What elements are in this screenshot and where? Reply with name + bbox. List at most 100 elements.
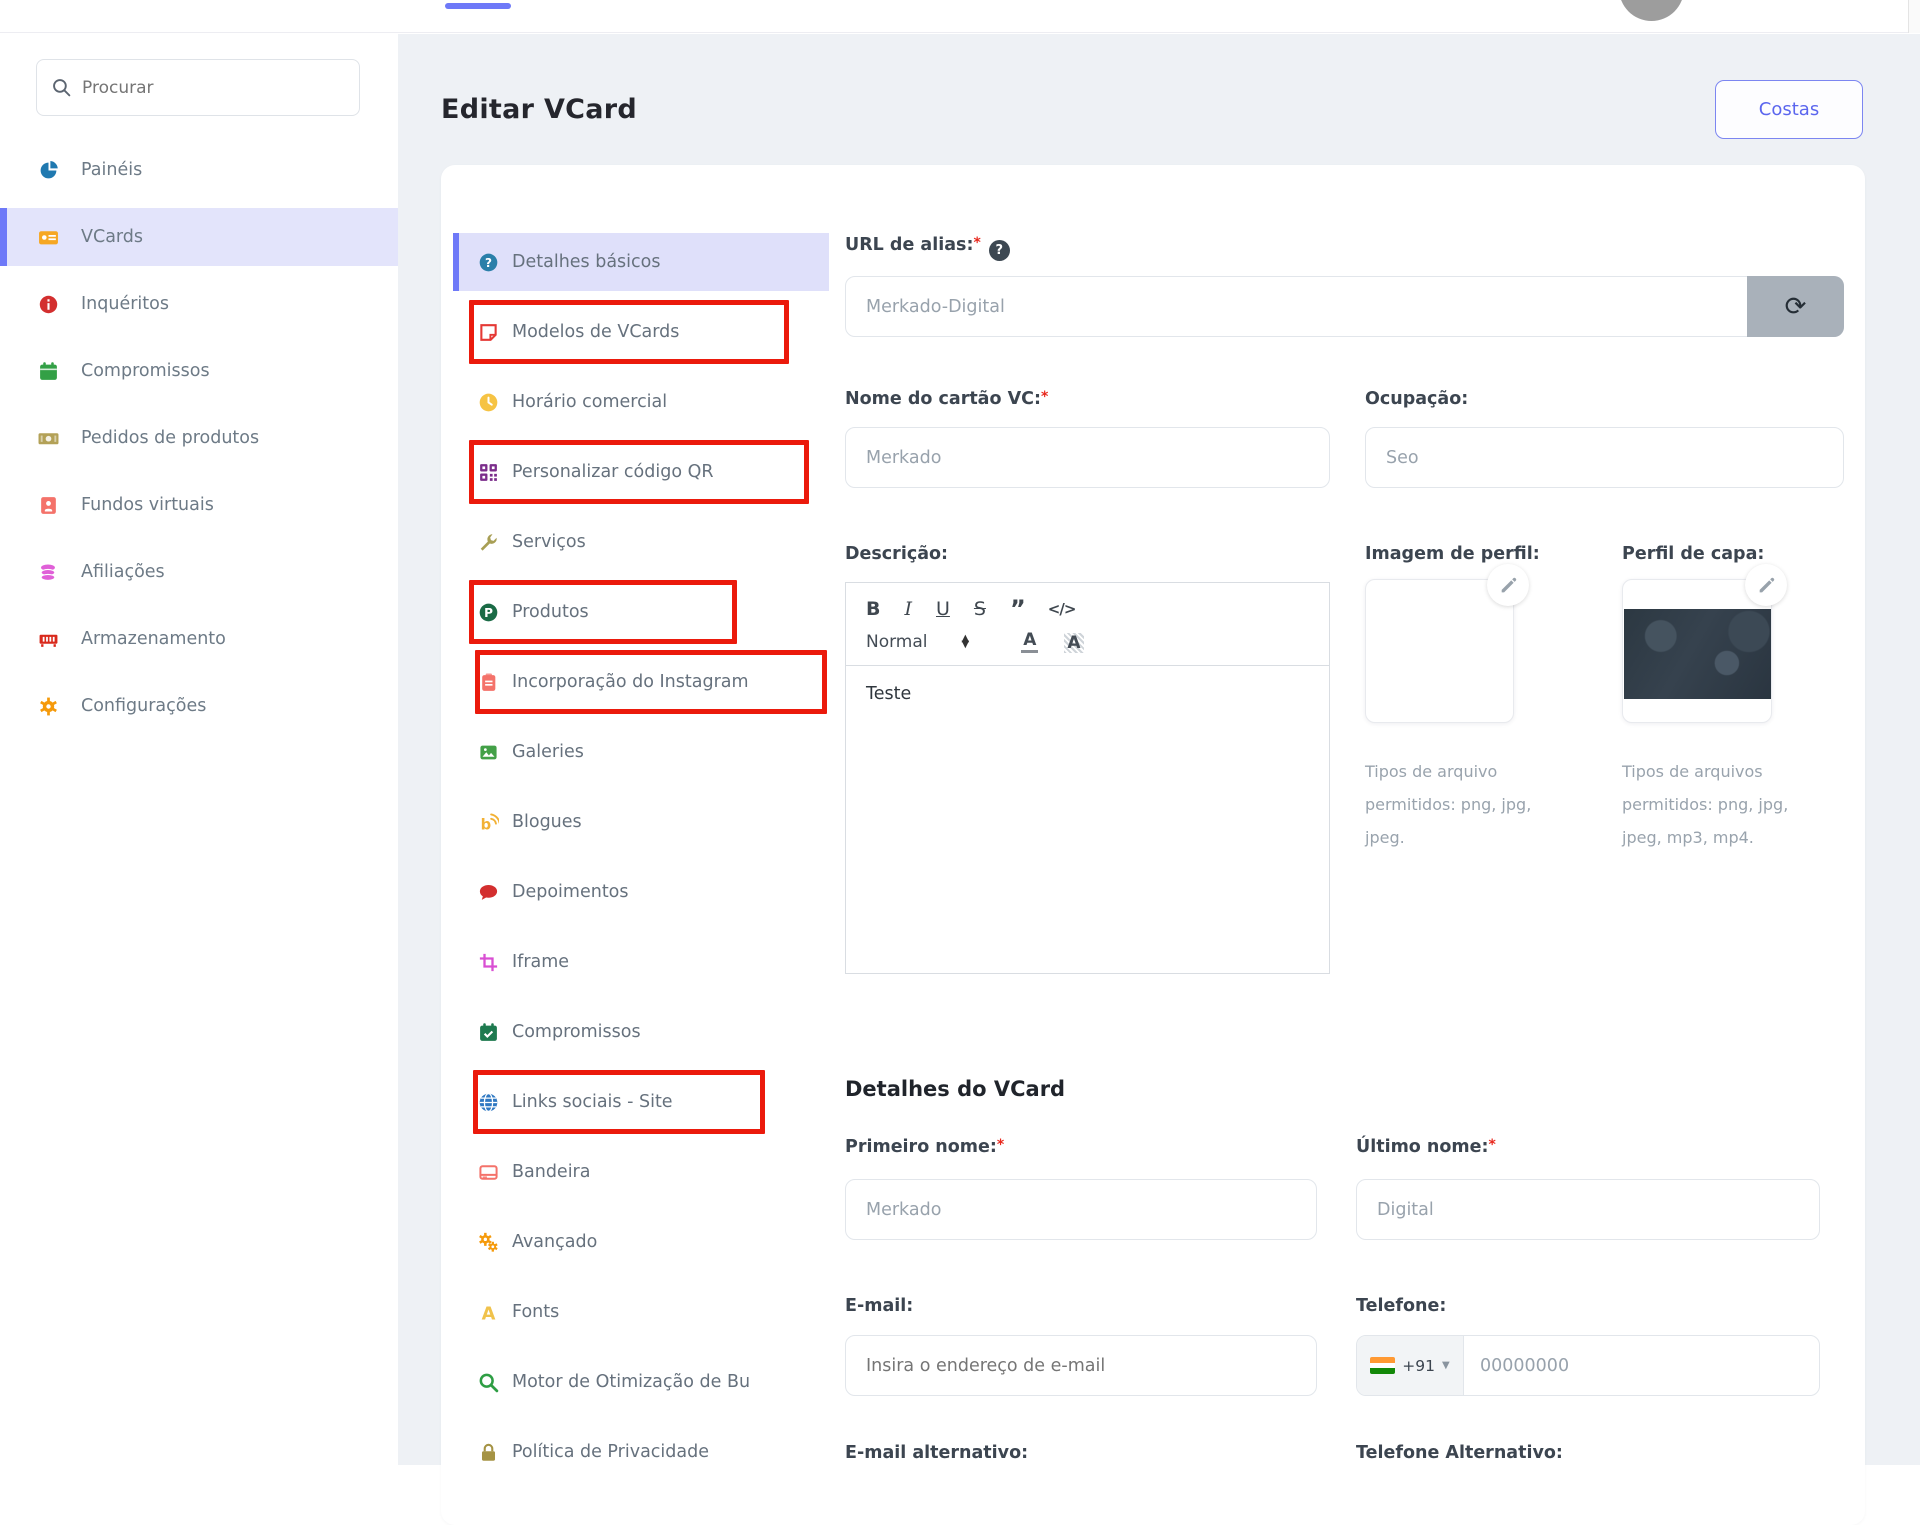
tab-label: Produtos xyxy=(512,602,589,622)
back-button[interactable]: Costas xyxy=(1715,80,1863,139)
sidebar-item-label: Compromissos xyxy=(81,361,210,381)
tab-personalizar-c-digo-qr[interactable]: Personalizar código QR xyxy=(453,443,829,501)
sidebar: Painéis VCards Inquéritos Compromissos Pedid… xyxy=(0,34,398,1465)
chat-bubble-icon xyxy=(478,882,499,903)
tab-detalhes-b-sicos[interactable]: ? Detalhes básicos xyxy=(453,233,829,291)
sidebar-item-pain-is[interactable]: Painéis xyxy=(0,146,398,194)
tab-hor-rio-comercial[interactable]: Horário comercial xyxy=(453,373,829,431)
background-color-icon[interactable]: A xyxy=(1064,633,1083,653)
info-circle-icon xyxy=(38,294,59,315)
tab-produtos[interactable]: P Produtos xyxy=(453,583,829,641)
sidebar-item-fundos-virtuais[interactable]: Fundos virtuais xyxy=(0,481,398,529)
svg-text:P: P xyxy=(484,606,493,620)
badge-icon xyxy=(38,495,59,516)
vcard-details-heading: Detalhes do VCard xyxy=(845,1077,1065,1101)
email-input[interactable] xyxy=(845,1335,1317,1396)
tab-iframe[interactable]: Iframe xyxy=(453,933,829,991)
scrollbar-track[interactable] xyxy=(1908,0,1920,33)
phone-input[interactable] xyxy=(1464,1336,1819,1395)
pencil-icon xyxy=(1498,575,1519,596)
vcard-tab-list: ? Detalhes básicos Modelos de VCards Horári… xyxy=(453,233,829,1493)
question-circle-icon: ? xyxy=(478,252,499,273)
tab-label: Detalhes básicos xyxy=(512,252,661,272)
sidebar-item-vcards[interactable]: VCards xyxy=(0,208,398,266)
svg-text:b: b xyxy=(481,816,492,833)
text-color-icon[interactable]: A xyxy=(1021,630,1038,653)
edit-cover-profile-button[interactable] xyxy=(1745,564,1787,606)
sticky-note-icon xyxy=(478,322,499,343)
sidebar-menu: Painéis VCards Inquéritos Compromissos Pedid… xyxy=(0,146,398,749)
tab-blogues[interactable]: b Blogues xyxy=(453,793,829,851)
clock-icon xyxy=(478,392,499,413)
cover-profile-box[interactable] xyxy=(1622,579,1772,723)
tab-depoimentos[interactable]: Depoimentos xyxy=(453,863,829,921)
tab-galeries[interactable]: Galeries xyxy=(453,723,829,781)
sidebar-item-pedidos-de-produtos[interactable]: Pedidos de produtos xyxy=(0,414,398,462)
sidebar-item-inqu-ritos[interactable]: Inquéritos xyxy=(0,280,398,328)
sidebar-item-afilia-es[interactable]: Afiliações xyxy=(0,548,398,596)
tab-label: Bandeira xyxy=(512,1162,590,1182)
tab-incorpora-o-do-instagram[interactable]: Incorporação do Instagram xyxy=(453,653,829,711)
sidebar-item-compromissos[interactable]: Compromissos xyxy=(0,347,398,395)
main-content: Editar VCard Costas ?Detalhes básicosMod… xyxy=(398,34,1920,1465)
sidebar-item-label: Pedidos de produtos xyxy=(81,428,259,448)
refresh-alias-button[interactable]: ⟳ xyxy=(1747,276,1844,337)
tab-servi-os[interactable]: Serviços xyxy=(453,513,829,571)
wrench-icon xyxy=(478,532,499,553)
dial-code: +91 xyxy=(1402,1357,1435,1375)
profile-image-box[interactable] xyxy=(1365,579,1514,723)
bold-icon[interactable]: B xyxy=(866,600,880,619)
occupation-input[interactable] xyxy=(1365,427,1844,488)
crop-icon xyxy=(478,952,499,973)
tab-label: Blogues xyxy=(512,812,582,832)
tab-label: Depoimentos xyxy=(512,882,629,902)
url-alias-input[interactable] xyxy=(845,276,1844,337)
sidebar-item-configura-es[interactable]: Configurações xyxy=(0,682,398,730)
description-content[interactable]: Teste xyxy=(846,666,1329,722)
tab-label: Links sociais - Site xyxy=(512,1092,673,1112)
sidebar-item-label: Afiliações xyxy=(81,562,165,582)
tab-bandeira[interactable]: Bandeira xyxy=(453,1143,829,1201)
tab-label: Iframe xyxy=(512,952,569,972)
qr-code-icon xyxy=(478,462,499,483)
sidebar-item-label: Configurações xyxy=(81,696,206,716)
storage-icon xyxy=(38,629,59,650)
cover-profile-help: Tipos de arquivos permitidos: png, jpg, … xyxy=(1622,755,1812,854)
first-name-input[interactable] xyxy=(845,1179,1317,1240)
last-name-input[interactable] xyxy=(1356,1179,1820,1240)
p-circle-icon: P xyxy=(478,602,499,623)
sidebar-item-armazenamento[interactable]: Armazenamento xyxy=(0,615,398,663)
underline-icon[interactable]: U xyxy=(936,600,950,619)
calendar-check-icon xyxy=(478,1022,499,1043)
tab-label: Política de Privacidade xyxy=(512,1442,709,1462)
tab-fonts[interactable]: AFonts xyxy=(453,1283,829,1341)
user-avatar[interactable] xyxy=(1619,0,1684,21)
tab-links-sociais-site[interactable]: Links sociais - Site xyxy=(453,1073,829,1131)
country-code-select[interactable]: +91 ▼ xyxy=(1357,1336,1464,1395)
sidebar-item-label: Armazenamento xyxy=(81,629,226,649)
search-input[interactable] xyxy=(82,78,345,98)
help-icon[interactable]: ? xyxy=(989,240,1010,261)
edit-profile-image-button[interactable] xyxy=(1487,564,1529,606)
italic-icon[interactable]: I xyxy=(904,600,912,619)
format-select[interactable]: Normal ▲▼ xyxy=(866,632,969,652)
blog-icon: b xyxy=(478,812,499,833)
svg-text:?: ? xyxy=(485,255,492,269)
sidebar-item-label: VCards xyxy=(81,227,143,247)
tab-avan-ado[interactable]: Avançado xyxy=(453,1213,829,1271)
tab-compromissos[interactable]: Compromissos xyxy=(453,1003,829,1061)
hamburger-menu-icon[interactable] xyxy=(445,3,511,9)
strikethrough-icon[interactable]: S xyxy=(974,600,986,619)
vcard-name-input[interactable] xyxy=(845,427,1330,488)
blockquote-icon[interactable]: ” xyxy=(1010,597,1024,621)
tab-pol-tica-de-privacidade[interactable]: Política de Privacidade xyxy=(453,1423,829,1481)
card-outline-icon xyxy=(478,1162,499,1183)
sidebar-search[interactable] xyxy=(36,59,360,116)
code-icon[interactable]: </> xyxy=(1048,602,1076,617)
seo-search-icon xyxy=(478,1372,499,1393)
globe-icon xyxy=(478,1092,499,1113)
description-label: Descrição: xyxy=(845,544,948,564)
tab-modelos-de-vcards[interactable]: Modelos de VCards xyxy=(453,303,829,361)
tab-motor-de-otimiza-o-de-bu[interactable]: Motor de Otimização de Bu xyxy=(453,1353,829,1411)
coins-icon xyxy=(38,562,59,583)
